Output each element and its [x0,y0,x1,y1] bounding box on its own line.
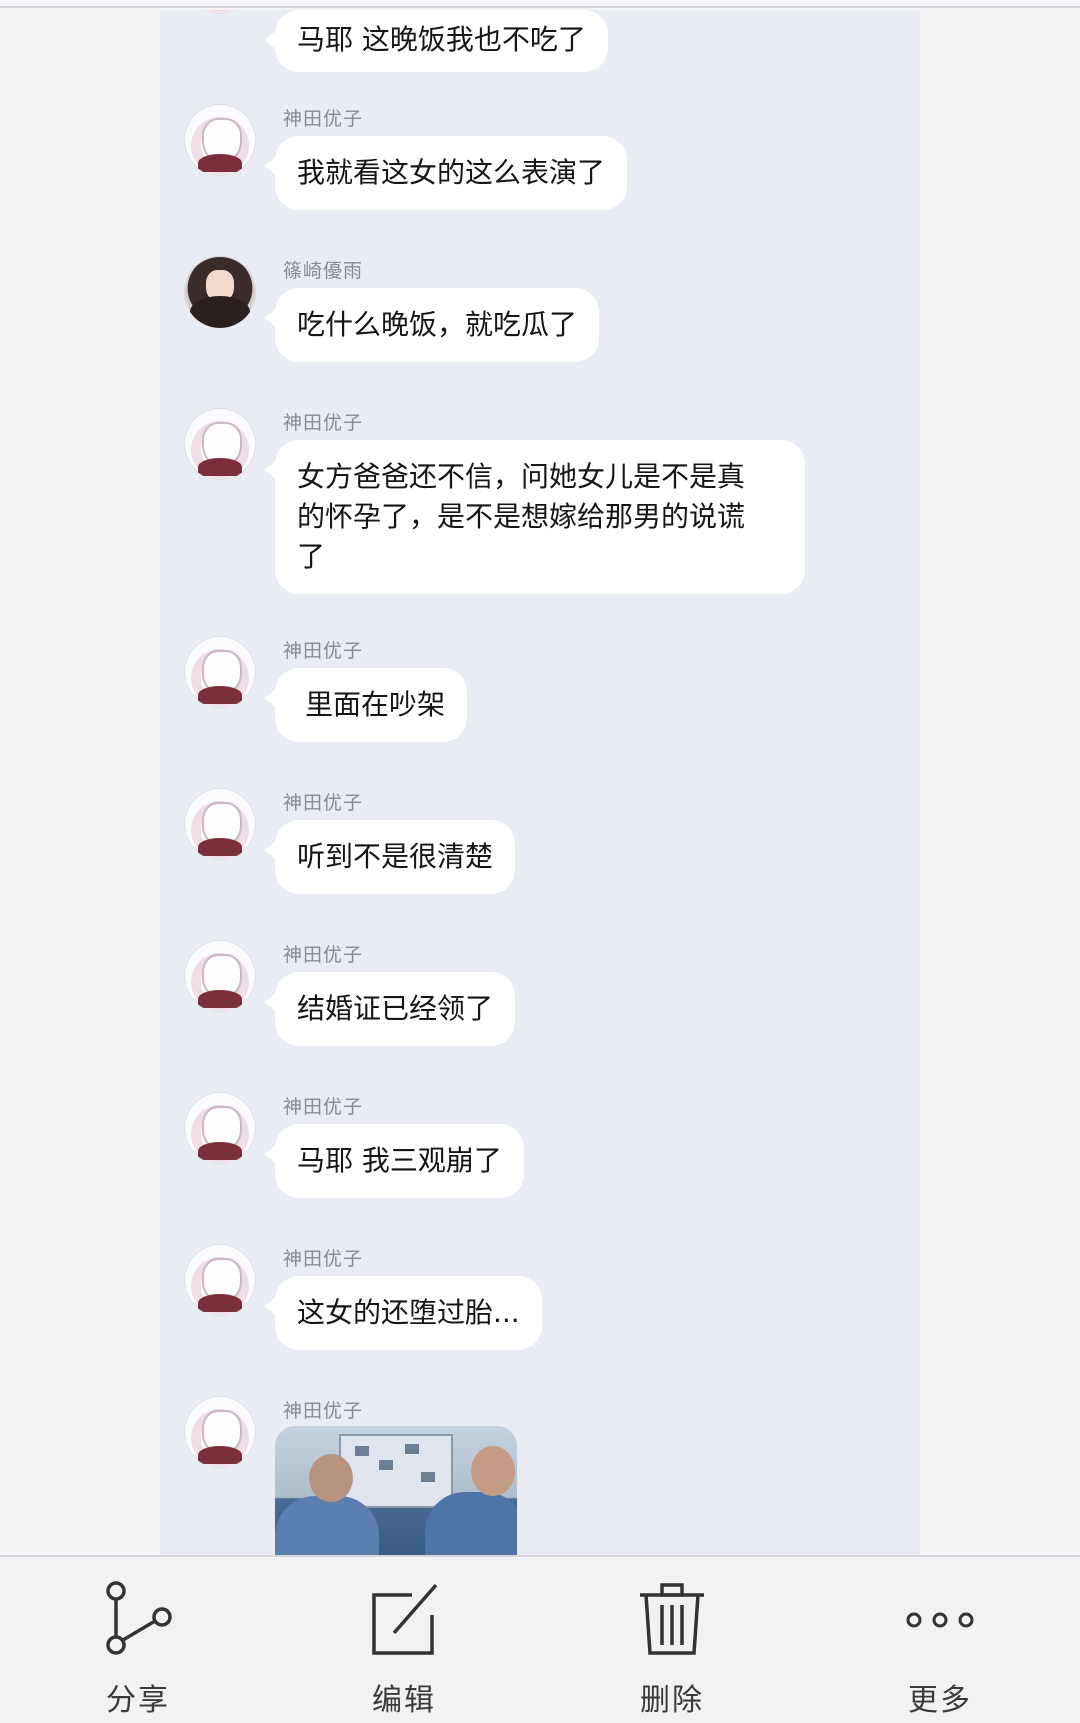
edit-icon [372,1583,438,1655]
edit-label: 编辑 [372,1683,436,1718]
sender-name: 神田优子 [283,1400,364,1422]
avatar[interactable] [184,408,256,480]
message-bubble[interactable]: 听到不是很清楚 [263,820,516,894]
trash-icon [640,1583,704,1655]
delete-button[interactable]: 删除 [572,1557,772,1723]
message-bubble[interactable]: 女方爸爸还不信，问她女儿是不是真 的怀孕了，是不是想嫁给那男的说谎 了 [264,440,805,594]
avatar[interactable] [184,104,256,176]
edit-button[interactable]: 编辑 [304,1557,504,1723]
sender-name: 神田优子 [283,1096,364,1118]
message-text-line: 的怀孕了，是不是想嫁给那男的说谎 [297,500,746,533]
board-photo [379,1460,393,1470]
avatar[interactable] [184,10,256,14]
sender-name: 篠崎優雨 [283,260,364,282]
sender-name: 神田优子 [283,944,364,966]
board-photo [421,1472,435,1482]
sender-name: 神田优子 [283,640,364,662]
sender-name: 神田优子 [283,1248,364,1270]
avatar[interactable] [184,788,256,860]
chat-history[interactable]: 马耶 这晚饭我也不吃了 神田优子 我就看这女的这么表演了 篠崎優雨 吃什么晚饭，… [160,10,920,1555]
message-bubble[interactable]: 马耶 这晚饭我也不吃了 [264,10,608,72]
message-bubble[interactable]: 里面在吵架 [263,668,468,742]
board-photo [355,1446,369,1456]
message-text: 吃什么晚饭，就吃瓜了 [297,308,578,341]
message-text: 结婚证已经领了 [297,992,494,1025]
message-text: 听到不是很清楚 [297,840,494,873]
more-label: 更多 [908,1683,972,1718]
message-text: 我就看这女的这么表演了 [297,156,606,189]
sender-name: 神田优子 [283,792,364,814]
bottom-toolbar: 分享 编辑 删除 更多 [0,1555,1080,1723]
message-bubble[interactable]: 我就看这女的这么表演了 [263,136,628,210]
avatar[interactable] [184,636,256,708]
avatar[interactable] [184,1244,256,1316]
sender-name: 神田优子 [283,108,364,130]
message-text: 这女的还堕过胎... [297,1296,520,1329]
message-text: 马耶 我三观崩了 [297,1144,502,1177]
message-text: 马耶 这晚饭我也不吃了 [297,23,586,56]
top-divider [0,6,1080,8]
board-photo [405,1444,419,1454]
avatar[interactable] [184,940,256,1012]
sender-name: 神田优子 [283,412,364,434]
message-text: 里面在吵架 [305,688,446,721]
person-head [309,1454,353,1502]
delete-label: 删除 [640,1683,704,1718]
avatar[interactable] [184,256,256,328]
message-text-line: 了 [297,540,326,573]
share-icon [106,1581,172,1655]
share-label: 分享 [106,1683,170,1718]
image-message[interactable] [275,1426,517,1555]
person-figure [275,1496,379,1555]
person-head [471,1446,515,1496]
message-bubble[interactable]: 这女的还堕过胎... [264,1276,542,1350]
message-bubble[interactable]: 吃什么晚饭，就吃瓜了 [263,288,600,362]
avatar[interactable] [184,1092,256,1164]
share-button[interactable]: 分享 [38,1557,238,1723]
message-bubble[interactable]: 马耶 我三观崩了 [264,1124,524,1198]
person-figure [425,1492,517,1555]
message-text-line: 女方爸爸还不信，问她女儿是不是真 [297,460,746,493]
message-bubble[interactable]: 结婚证已经领了 [263,972,516,1046]
more-icon [906,1612,974,1628]
avatar[interactable] [184,1396,256,1468]
more-button[interactable]: 更多 [840,1557,1040,1723]
